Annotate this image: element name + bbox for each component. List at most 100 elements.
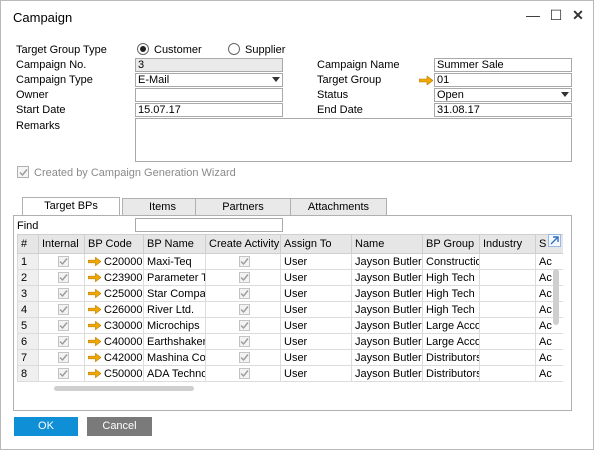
cancel-button[interactable]: Cancel	[87, 417, 152, 436]
campaign-name-field[interactable]: Summer Sale	[434, 58, 572, 72]
industry-cell[interactable]	[479, 253, 536, 270]
industry-cell[interactable]	[479, 333, 536, 350]
internal-checkbox[interactable]	[57, 352, 69, 364]
internal-checkbox[interactable]	[57, 288, 69, 300]
column-header[interactable]: Internal	[38, 234, 85, 254]
bp-code-cell[interactable]: C30000	[84, 317, 144, 334]
column-header[interactable]: #	[17, 234, 39, 254]
link-arrow-icon[interactable]	[88, 353, 101, 363]
customer-radio[interactable]	[137, 43, 149, 55]
assign-to-cell[interactable]: User	[280, 253, 352, 270]
bp-group-cell[interactable]: High Tech	[422, 285, 480, 302]
link-arrow-icon[interactable]	[88, 321, 101, 331]
bp-name-cell[interactable]: Mashina Corp	[143, 349, 206, 366]
assign-to-cell[interactable]: User	[280, 317, 352, 334]
tab-attachments[interactable]: Attachments	[290, 198, 387, 215]
name-cell[interactable]: Jayson Butler	[351, 301, 423, 318]
column-header[interactable]: BP Name	[143, 234, 206, 254]
bp-name-cell[interactable]: Microchips	[143, 317, 206, 334]
supplier-radio[interactable]	[228, 43, 240, 55]
s-cell[interactable]: Ac	[535, 349, 563, 366]
table-row[interactable]: 2 C23900Parameter Te UserJayson ButlerHigh…	[17, 269, 563, 286]
tab-partners[interactable]: Partners	[195, 198, 291, 215]
bp-code-cell[interactable]: C40000	[84, 333, 144, 350]
assign-to-cell[interactable]: User	[280, 285, 352, 302]
industry-cell[interactable]	[479, 301, 536, 318]
column-header[interactable]: Create Activity	[205, 234, 281, 254]
create-activity-checkbox[interactable]	[239, 304, 250, 316]
expand-icon[interactable]	[548, 234, 561, 247]
internal-checkbox[interactable]	[57, 256, 69, 268]
create-activity-checkbox[interactable]	[239, 272, 250, 284]
table-row[interactable]: 1 C20000 Maxi-Teq User Jayson Butler Construc…	[17, 253, 563, 270]
link-arrow-icon[interactable]	[88, 257, 101, 267]
column-header[interactable]: Assign To	[280, 234, 352, 254]
link-arrow-icon[interactable]	[88, 369, 101, 379]
bp-group-cell[interactable]: Construction	[422, 253, 480, 270]
name-cell[interactable]: Jayson Butler	[351, 365, 423, 382]
status-select[interactable]: Open	[434, 88, 572, 102]
internal-checkbox[interactable]	[57, 320, 69, 332]
assign-to-cell[interactable]: User	[280, 269, 352, 286]
ok-button[interactable]: OK	[14, 417, 78, 436]
owner-field[interactable]	[135, 88, 283, 102]
name-cell[interactable]: Jayson Butler	[351, 333, 423, 350]
column-header[interactable]: BP Code	[84, 234, 144, 254]
column-header[interactable]: BP Group	[422, 234, 480, 254]
table-row[interactable]: 3 C25000 Star Compan User Jayson Butler High …	[17, 285, 563, 302]
bp-group-cell[interactable]: Distributors	[422, 349, 480, 366]
internal-checkbox[interactable]	[57, 368, 69, 380]
bp-name-cell[interactable]: Maxi-Teq	[143, 253, 206, 270]
assign-to-cell[interactable]: User	[280, 333, 352, 350]
internal-checkbox[interactable]	[57, 336, 69, 348]
table-row[interactable]: 8 C50000 ADA Techno User Jayson Butler Distri…	[17, 365, 563, 382]
bp-group-cell[interactable]: Large Accou	[422, 333, 480, 350]
bp-name-cell[interactable]: ADA Techno	[143, 365, 206, 382]
internal-checkbox[interactable]	[57, 272, 69, 284]
link-arrow-icon[interactable]	[88, 305, 101, 315]
bp-name-cell[interactable]: River Ltd.	[143, 301, 206, 318]
bp-code-cell[interactable]: C20000	[84, 253, 144, 270]
name-cell[interactable]: Jayson Butler	[351, 349, 423, 366]
table-row[interactable]: 6 C40000 Earthshaker User Jayson Butler Large…	[17, 333, 563, 350]
table-row[interactable]: 4 C26000 River Ltd. User Jayson Butler High T…	[17, 301, 563, 318]
remarks-textarea[interactable]	[135, 118, 572, 162]
assign-to-cell[interactable]: User	[280, 301, 352, 318]
bp-name-cell[interactable]: Star Compan	[143, 285, 206, 302]
wizard-checkbox[interactable]	[17, 166, 29, 178]
create-activity-checkbox[interactable]	[239, 288, 250, 300]
bp-code-cell[interactable]: C50000	[84, 365, 144, 382]
start-date-field[interactable]: 15.07.17	[135, 103, 283, 117]
create-activity-checkbox[interactable]	[239, 320, 250, 332]
target-group-field[interactable]: 01	[434, 73, 572, 87]
industry-cell[interactable]	[479, 365, 536, 382]
name-cell[interactable]: Jayson Butler	[351, 317, 423, 334]
create-activity-checkbox[interactable]	[239, 256, 250, 268]
bp-name-cell[interactable]: Earthshaker	[143, 333, 206, 350]
link-arrow-icon[interactable]	[88, 289, 101, 299]
horizontal-scrollbar[interactable]	[54, 386, 194, 391]
maximize-icon[interactable]: ☐	[548, 7, 564, 23]
assign-to-cell[interactable]: User	[280, 365, 352, 382]
industry-cell[interactable]	[479, 317, 536, 334]
link-arrow-icon[interactable]	[419, 76, 433, 85]
bp-group-cell[interactable]: Large Accou	[422, 317, 480, 334]
bp-group-cell[interactable]: High Tech	[422, 301, 480, 318]
close-icon[interactable]: ✕	[570, 7, 586, 23]
s-cell[interactable]: Ac	[535, 253, 563, 270]
create-activity-checkbox[interactable]	[239, 368, 250, 380]
create-activity-checkbox[interactable]	[239, 336, 250, 348]
table-row[interactable]: 7 C42000Mashina Corp UserJayson ButlerDist…	[17, 349, 563, 366]
bp-code-cell[interactable]: C42000	[84, 349, 144, 366]
bp-group-cell[interactable]: Distributors	[422, 365, 480, 382]
industry-cell[interactable]	[479, 349, 536, 366]
bp-group-cell[interactable]: High Tech	[422, 269, 480, 286]
end-date-field[interactable]: 31.08.17	[434, 103, 572, 117]
s-cell[interactable]: Ac	[535, 333, 563, 350]
link-arrow-icon[interactable]	[88, 337, 101, 347]
name-cell[interactable]: Jayson Butler	[351, 269, 423, 286]
name-cell[interactable]: Jayson Butler	[351, 253, 423, 270]
bp-name-cell[interactable]: Parameter Te	[143, 269, 206, 286]
link-arrow-icon[interactable]	[88, 273, 101, 283]
campaign-type-select[interactable]: E-Mail	[135, 73, 283, 87]
